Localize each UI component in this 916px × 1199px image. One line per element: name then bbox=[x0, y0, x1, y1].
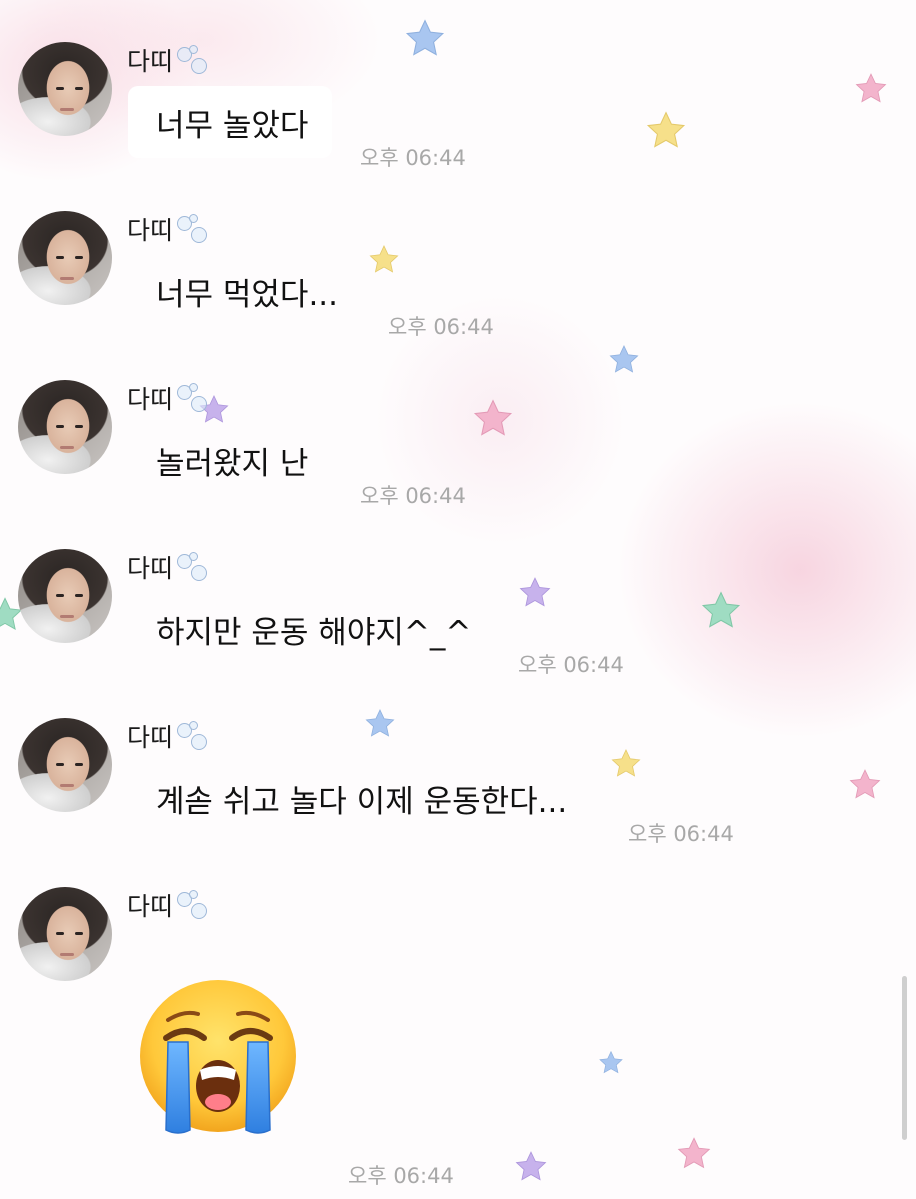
bubbles-icon bbox=[175, 383, 211, 413]
blue-star-icon bbox=[404, 18, 446, 60]
bubbles-icon bbox=[175, 552, 211, 582]
message-bubble[interactable]: 놀러왔지 난 bbox=[128, 424, 332, 496]
purple-star-icon bbox=[514, 1150, 548, 1184]
pink-star-icon bbox=[472, 398, 514, 440]
bubbles-icon bbox=[175, 721, 211, 751]
sender-name: 다띠 bbox=[127, 718, 211, 754]
message-timestamp: 오후 06:44 bbox=[628, 822, 734, 846]
sender-name-label: 다띠 bbox=[127, 723, 174, 752]
pink-star-icon bbox=[848, 768, 882, 802]
sender-name-label: 다띠 bbox=[127, 216, 174, 245]
message-timestamp: 오후 06:44 bbox=[348, 1164, 454, 1188]
bubbles-icon bbox=[175, 214, 211, 244]
message-timestamp: 오후 06:44 bbox=[360, 484, 466, 508]
sender-name-label: 다띠 bbox=[127, 892, 174, 921]
chat-view[interactable]: 다띠 너무 놀았다 오후 06:44 다띠 너무 먹었다... 오후 06:44… bbox=[0, 0, 916, 1199]
sender-name: 다띠 bbox=[127, 380, 211, 416]
avatar[interactable] bbox=[18, 211, 112, 305]
blue-star-icon bbox=[364, 708, 396, 740]
sender-name-label: 다띠 bbox=[127, 385, 174, 414]
sender-name: 다띠 bbox=[127, 42, 211, 78]
avatar[interactable] bbox=[18, 42, 112, 136]
loudly-crying-face-icon[interactable] bbox=[138, 980, 298, 1136]
message-timestamp: 오후 06:44 bbox=[518, 653, 624, 677]
message-timestamp: 오후 06:44 bbox=[360, 146, 466, 170]
sender-name: 다띠 bbox=[127, 211, 211, 247]
sender-name-label: 다띠 bbox=[127, 554, 174, 583]
message-bubble[interactable]: 하지만 운동 해야지^_^ bbox=[128, 593, 495, 665]
sender-name: 다띠 bbox=[127, 887, 211, 923]
yellow-star-icon bbox=[368, 244, 400, 276]
blue-star-icon bbox=[608, 344, 640, 376]
avatar[interactable] bbox=[18, 887, 112, 981]
purple-star-icon bbox=[518, 576, 552, 610]
message-bubble[interactable]: 너무 먹었다... bbox=[128, 255, 362, 327]
pink-star-icon bbox=[676, 1136, 712, 1172]
avatar[interactable] bbox=[18, 718, 112, 812]
message-timestamp: 오후 06:44 bbox=[388, 315, 494, 339]
bubbles-icon bbox=[175, 890, 211, 920]
scrollbar[interactable] bbox=[902, 976, 907, 1140]
message-bubble[interactable]: 계솓 쉬고 놀다 이제 운동한다... bbox=[128, 762, 591, 834]
yellow-star-icon bbox=[610, 748, 642, 780]
bubbles-icon bbox=[175, 45, 211, 75]
pink-star-icon bbox=[854, 72, 888, 106]
sender-name: 다띠 bbox=[127, 549, 211, 585]
green-star-icon bbox=[700, 590, 742, 632]
avatar[interactable] bbox=[18, 380, 112, 474]
sender-name-label: 다띠 bbox=[127, 47, 174, 76]
blue-star-icon bbox=[598, 1050, 624, 1076]
yellow-star-icon bbox=[645, 110, 687, 152]
avatar[interactable] bbox=[18, 549, 112, 643]
message-bubble[interactable]: 너무 놀았다 bbox=[128, 86, 333, 158]
